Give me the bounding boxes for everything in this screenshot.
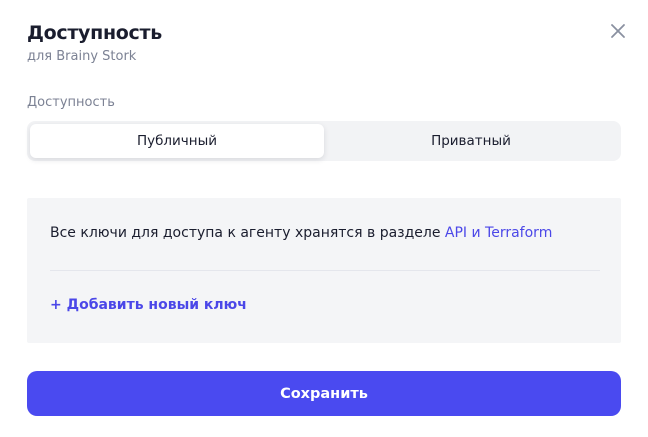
access-toggle: Публичный Приватный xyxy=(27,121,621,161)
access-field-label: Доступность xyxy=(27,95,115,110)
api-terraform-link[interactable]: API и Terraform xyxy=(445,225,552,241)
close-icon xyxy=(611,24,625,38)
keys-panel: Все ключи для доступа к агенту хранятся … xyxy=(27,198,621,343)
access-dialog: Доступность для Brainy Stork Доступность… xyxy=(0,0,648,437)
divider xyxy=(50,270,600,271)
option-private[interactable]: Приватный xyxy=(324,124,618,158)
close-button[interactable] xyxy=(607,20,629,42)
dialog-title: Доступность xyxy=(27,22,162,44)
dialog-subtitle: для Brainy Stork xyxy=(27,49,137,64)
keys-info-text: Все ключи для доступа к агенту хранятся … xyxy=(50,225,445,241)
add-key-button[interactable]: + Добавить новый ключ xyxy=(50,297,247,313)
keys-info: Все ключи для доступа к агенту хранятся … xyxy=(50,225,552,241)
option-public[interactable]: Публичный xyxy=(30,124,324,158)
save-button[interactable]: Сохранить xyxy=(27,371,621,416)
